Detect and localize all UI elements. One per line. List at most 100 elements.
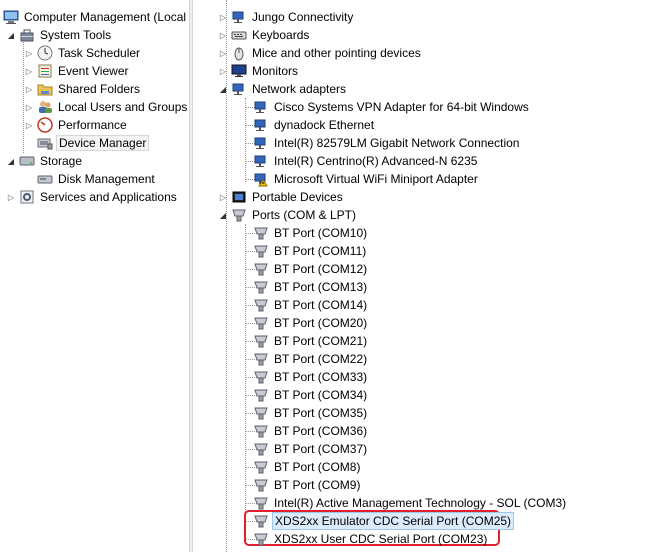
port-item[interactable]: BT Port (COM34) xyxy=(250,386,369,404)
expand-arrow-icon[interactable]: ▷ xyxy=(218,8,228,26)
tree-item-local-users[interactable]: ▷ Local Users and Groups xyxy=(24,98,187,116)
port-item[interactable]: BT Port (COM9) xyxy=(250,476,362,494)
device-category-network-adapters[interactable]: ◢ Network adapters xyxy=(218,80,348,98)
device-label: Network adapters xyxy=(252,82,347,96)
device-category-jungo[interactable]: ▷ Jungo Connectivity xyxy=(218,8,355,26)
port-item[interactable]: BT Port (COM22) xyxy=(250,350,369,368)
serial-port-icon xyxy=(253,531,269,547)
tree-item-label: Computer Management (Local xyxy=(24,10,187,24)
event-viewer-icon xyxy=(37,63,53,79)
device-label: BT Port (COM34) xyxy=(274,388,368,402)
port-item[interactable]: BT Port (COM14) xyxy=(250,296,369,314)
console-tree-pane: Computer Management (Local ◢ System Tool… xyxy=(0,0,187,552)
device-label: XDS2xx Emulator CDC Serial Port (COM25) xyxy=(272,512,515,530)
device-label: dynadock Ethernet xyxy=(274,118,375,132)
storage-icon xyxy=(19,153,35,169)
expand-arrow-icon[interactable]: ▷ xyxy=(218,26,228,44)
expand-arrow-icon[interactable]: ▷ xyxy=(24,116,34,134)
expand-arrow-icon[interactable]: ▷ xyxy=(24,98,34,116)
tree-item-label: Event Viewer xyxy=(58,64,129,78)
network-adapter-item[interactable]: Cisco Systems VPN Adapter for 64-bit Win… xyxy=(250,98,531,116)
port-item[interactable]: XDS2xx Emulator CDC Serial Port (COM25) xyxy=(250,512,515,530)
network-adapter-icon xyxy=(253,153,269,169)
expand-arrow-icon[interactable]: ▷ xyxy=(218,188,228,206)
tree-item-task-scheduler[interactable]: ▷ Task Scheduler xyxy=(24,44,142,62)
expand-arrow-icon[interactable]: ▷ xyxy=(24,44,34,62)
port-item[interactable]: BT Port (COM35) xyxy=(250,404,369,422)
device-label: Intel(R) 82579LM Gigabit Network Connect… xyxy=(274,136,520,150)
tree-item-storage[interactable]: ◢ Storage xyxy=(6,152,84,170)
network-adapter-item[interactable]: Intel(R) Centrino(R) Advanced-N 6235 xyxy=(250,152,479,170)
port-item[interactable]: BT Port (COM13) xyxy=(250,278,369,296)
expand-arrow-icon[interactable]: ▷ xyxy=(218,62,228,80)
device-label: BT Port (COM37) xyxy=(274,442,368,456)
collapse-arrow-icon[interactable]: ◢ xyxy=(218,80,228,98)
tree-item-event-viewer[interactable]: ▷ Event Viewer xyxy=(24,62,130,80)
port-item[interactable]: BT Port (COM33) xyxy=(250,368,369,386)
expand-arrow-icon[interactable]: ▷ xyxy=(6,188,16,206)
port-item[interactable]: BT Port (COM37) xyxy=(250,440,369,458)
port-item[interactable]: Intel(R) Active Management Technology - … xyxy=(250,494,568,512)
serial-port-icon xyxy=(253,243,269,259)
pane-splitter[interactable] xyxy=(189,0,193,552)
clock-icon xyxy=(37,45,53,61)
tree-item-disk-management[interactable]: Disk Management xyxy=(34,170,157,188)
serial-port-icon xyxy=(253,477,269,493)
device-label: BT Port (COM20) xyxy=(274,316,368,330)
serial-port-icon xyxy=(253,459,269,475)
port-item[interactable]: XDS2xx User CDC Serial Port (COM23) xyxy=(250,530,489,548)
collapse-arrow-icon[interactable]: ◢ xyxy=(6,152,16,170)
tree-item-label: Task Scheduler xyxy=(58,46,141,60)
tree-line xyxy=(245,224,246,542)
tree-item-label: Storage xyxy=(40,154,83,168)
device-category-mice[interactable]: ▷ Mice and other pointing devices xyxy=(218,44,423,62)
port-item[interactable]: BT Port (COM12) xyxy=(250,260,369,278)
expand-arrow-icon[interactable]: ▷ xyxy=(24,80,34,98)
device-label: BT Port (COM8) xyxy=(274,460,361,474)
monitor-icon xyxy=(231,63,247,79)
network-adapter-item[interactable]: dynadock Ethernet xyxy=(250,116,376,134)
device-label: Keyboards xyxy=(252,28,310,42)
shared-folder-icon xyxy=(37,81,53,97)
serial-port-icon xyxy=(231,207,247,223)
device-category-portable-devices[interactable]: ▷ Portable Devices xyxy=(218,188,345,206)
device-label: Monitors xyxy=(252,64,299,78)
port-item[interactable]: BT Port (COM10) xyxy=(250,224,369,242)
tree-item-system-tools[interactable]: ◢ System Tools xyxy=(6,26,113,44)
device-category-keyboards[interactable]: ▷ Keyboards xyxy=(218,26,311,44)
expand-arrow-icon[interactable]: ▷ xyxy=(24,62,34,80)
device-label: Ports (COM & LPT) xyxy=(252,208,357,222)
device-label: BT Port (COM36) xyxy=(274,424,368,438)
collapse-arrow-icon[interactable]: ◢ xyxy=(218,206,228,224)
device-label: BT Port (COM21) xyxy=(274,334,368,348)
device-category-ports[interactable]: ◢ Ports (COM & LPT) xyxy=(218,206,358,224)
expand-arrow-icon[interactable]: ▷ xyxy=(218,44,228,62)
tree-item-label: System Tools xyxy=(40,28,112,42)
serial-port-icon xyxy=(253,441,269,457)
serial-port-icon xyxy=(253,513,269,529)
serial-port-icon xyxy=(253,423,269,439)
device-label: Mice and other pointing devices xyxy=(252,46,421,60)
port-item[interactable]: BT Port (COM36) xyxy=(250,422,369,440)
device-manager-icon xyxy=(37,135,53,151)
computer-icon xyxy=(3,9,19,25)
port-item[interactable]: BT Port (COM8) xyxy=(250,458,362,476)
collapse-arrow-icon[interactable]: ◢ xyxy=(6,26,16,44)
port-item[interactable]: BT Port (COM20) xyxy=(250,314,369,332)
tree-item-performance[interactable]: ▷ Performance xyxy=(24,116,129,134)
serial-port-icon xyxy=(253,279,269,295)
tree-item-label: Shared Folders xyxy=(58,82,141,96)
tree-item-root[interactable]: Computer Management (Local xyxy=(0,8,187,26)
port-item[interactable]: BT Port (COM21) xyxy=(250,332,369,350)
serial-port-icon xyxy=(253,333,269,349)
tree-item-device-manager[interactable]: Device Manager xyxy=(34,134,150,152)
network-adapter-item[interactable]: Intel(R) 82579LM Gigabit Network Connect… xyxy=(250,134,521,152)
port-item[interactable]: BT Port (COM11) xyxy=(250,242,368,260)
device-label: Intel(R) Centrino(R) Advanced-N 6235 xyxy=(274,154,478,168)
device-label: BT Port (COM11) xyxy=(274,244,367,258)
tree-item-shared-folders[interactable]: ▷ Shared Folders xyxy=(24,80,142,98)
device-label: Portable Devices xyxy=(252,190,343,204)
tree-item-services[interactable]: ▷ Services and Applications xyxy=(6,188,179,206)
network-adapter-item[interactable]: Microsoft Virtual WiFi Miniport Adapter xyxy=(250,170,480,188)
device-category-monitors[interactable]: ▷ Monitors xyxy=(218,62,300,80)
